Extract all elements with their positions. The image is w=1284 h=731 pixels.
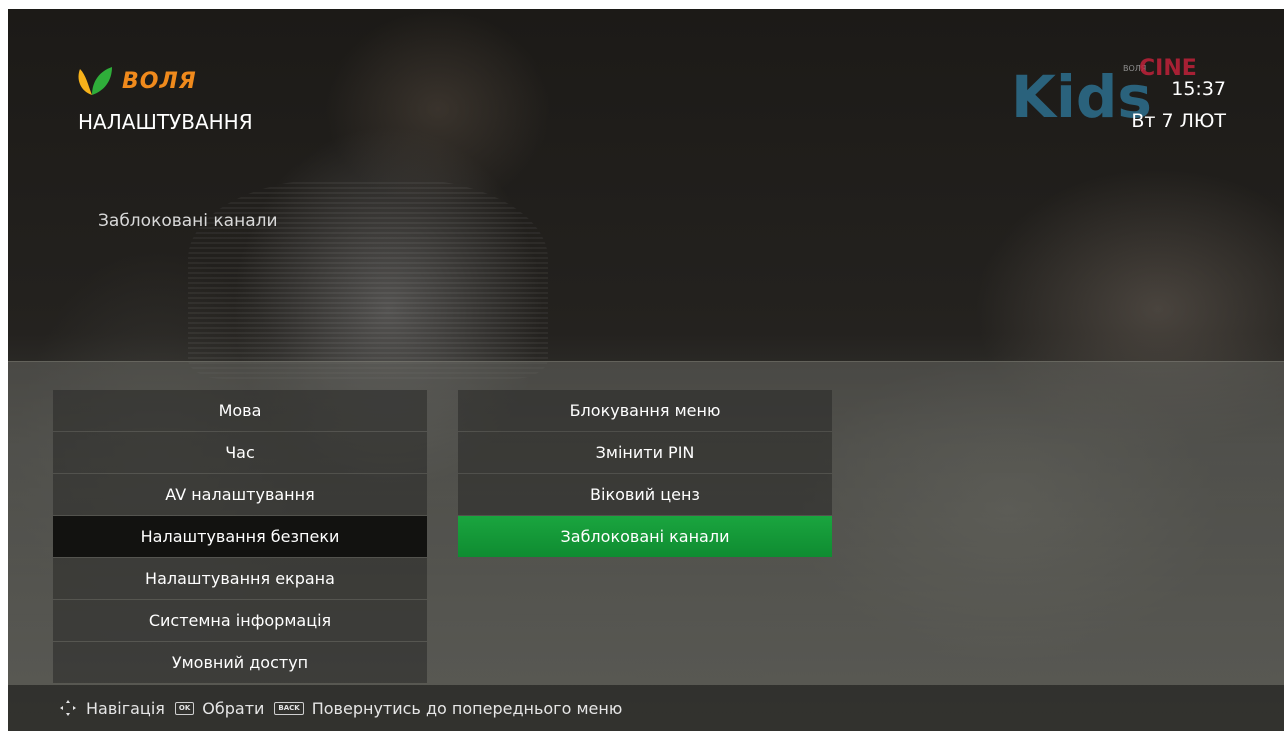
submenu-item-menu-lock[interactable]: Блокування меню [458,390,832,431]
submenu-item-blocked-channels[interactable]: Заблоковані канали [458,516,832,557]
menu-item-av-settings[interactable]: AV налаштування [53,474,427,515]
footer-ok-label: Обрати [202,698,265,718]
footer-back-label: Повернутись до попереднього меню [311,698,623,718]
ok-key-icon: OK [174,701,195,715]
menu-item-system-info[interactable]: Системна інформація [53,600,427,641]
section-subtitle: Заблоковані канали [98,211,278,231]
clock-date: Вт 7 ЛЮТ [1131,110,1226,132]
clock-time: 15:37 [1171,78,1226,100]
provider-logo: ВОЛЯ [74,65,197,97]
menu-item-language[interactable]: Мова [53,390,427,431]
footer-hint-bar: Навігація OK Обрати BACK Повернутись до … [8,685,1284,731]
provider-leaf-icon [74,65,118,97]
settings-category-menu: Мова Час AV налаштування Налаштування бе… [53,390,427,684]
back-key-icon: BACK [274,701,304,715]
background-sweater-texture [188,179,548,379]
menu-item-screen-settings[interactable]: Налаштування екрана [53,558,427,599]
tv-screen: ВОЛЯ НАЛАШТУВАННЯ Заблоковані канали Kid… [8,9,1284,731]
navigation-arrows-icon [58,698,78,718]
menu-item-conditional-access[interactable]: Умовний доступ [53,642,427,683]
page-title: НАЛАШТУВАННЯ [78,110,253,134]
security-submenu: Блокування меню Змінити PIN Віковий ценз… [458,390,832,558]
submenu-item-age-rating[interactable]: Віковий ценз [458,474,832,515]
submenu-item-change-pin[interactable]: Змінити PIN [458,432,832,473]
menu-item-time[interactable]: Час [53,432,427,473]
provider-name: ВОЛЯ [122,68,197,94]
footer-nav-label: Навігація [86,698,165,718]
menu-item-security-settings[interactable]: Налаштування безпеки [53,516,427,557]
